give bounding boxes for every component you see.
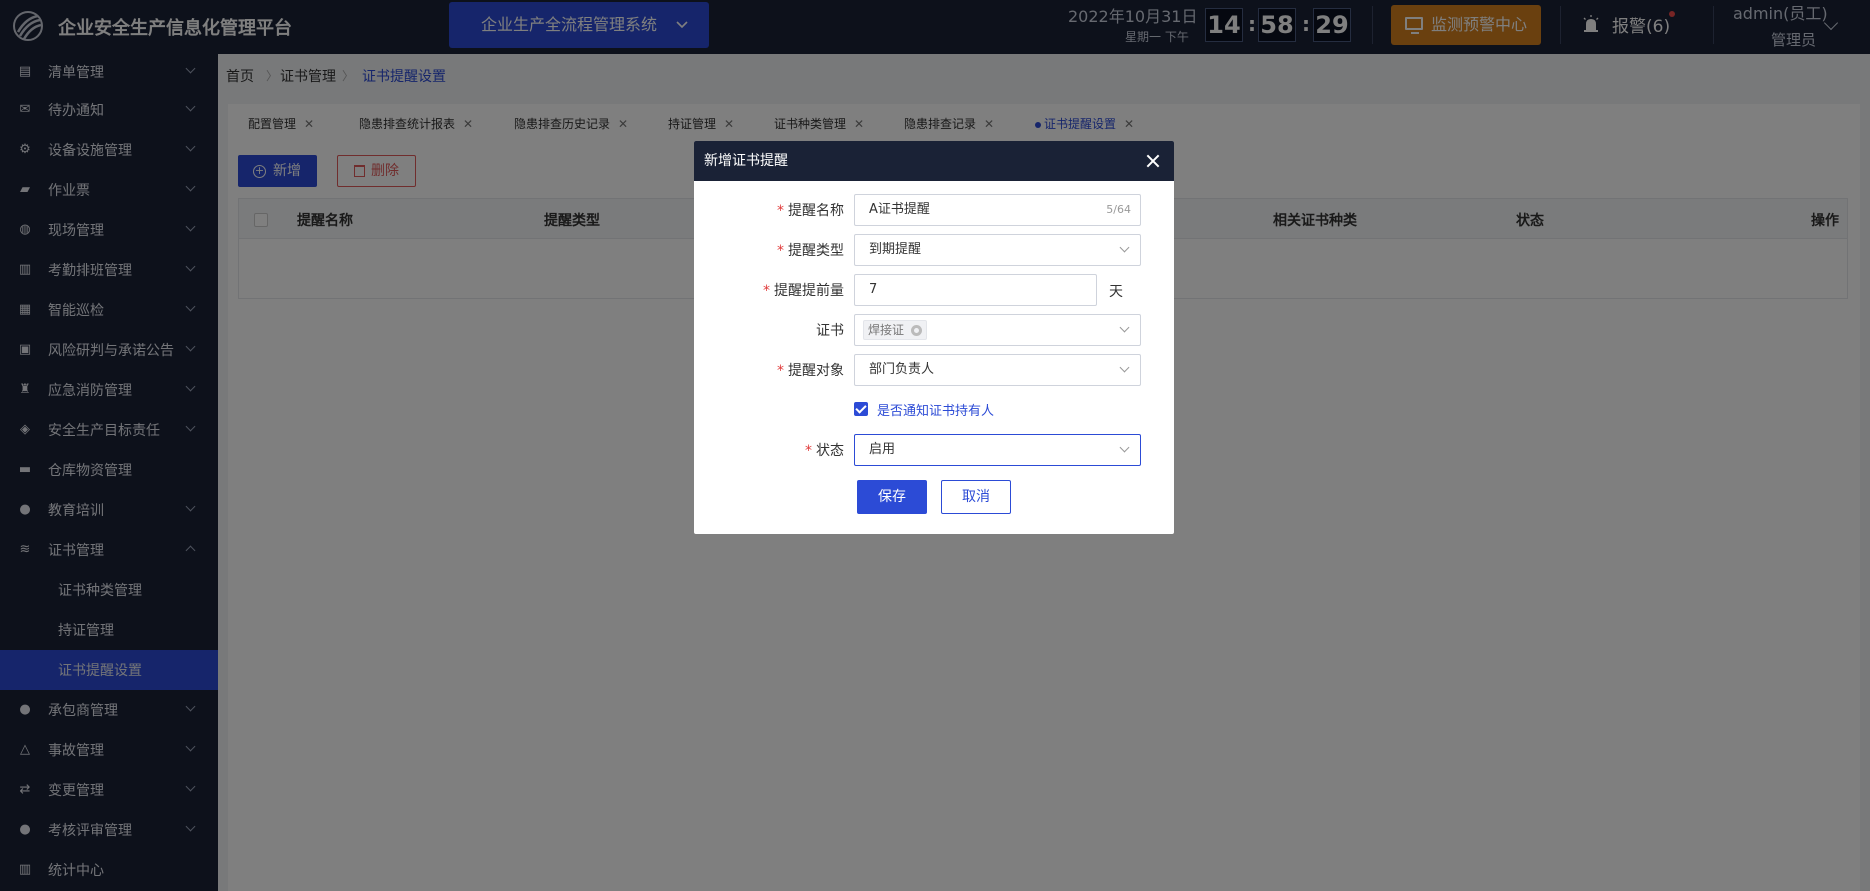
field-label-text: 提醒类型 — [788, 243, 844, 259]
status-value: 启用 — [869, 442, 896, 457]
notify-holder-label[interactable]: 是否通知证书持有人 — [877, 400, 994, 419]
target-field-label: * 提醒对象 — [777, 360, 844, 380]
required-mark: * — [763, 283, 770, 299]
required-mark: * — [777, 363, 784, 379]
name-field-label: * 提醒名称 — [777, 200, 844, 220]
chevron-down-icon — [1119, 322, 1130, 333]
required-mark: * — [777, 243, 784, 259]
tag-remove-icon[interactable] — [911, 325, 923, 336]
reminder-target-select[interactable]: 部门负责人 — [854, 354, 1141, 386]
field-label-text: 提醒名称 — [788, 203, 844, 219]
field-label-text: 提醒提前量 — [774, 283, 844, 299]
reminder-type-select[interactable]: 到期提醒 — [854, 234, 1141, 266]
field-label-text: 证书 — [816, 323, 844, 339]
dialog-title: 新增证书提醒 — [704, 153, 788, 169]
advance-field-label: * 提醒提前量 — [763, 280, 844, 300]
advance-unit: 天 — [1109, 284, 1123, 300]
type-field-label: * 提醒类型 — [777, 240, 844, 260]
save-button[interactable]: 保存 — [857, 480, 927, 514]
certificate-tag: 焊接证 — [863, 320, 928, 340]
chevron-down-icon — [1119, 242, 1130, 253]
cancel-button[interactable]: 取消 — [941, 480, 1011, 514]
advance-amount-input[interactable]: 7 — [854, 274, 1097, 306]
status-field-label: * 状态 — [805, 440, 844, 460]
reminder-target-value: 部门负责人 — [869, 362, 935, 377]
reminder-name-value: A证书提醒 — [869, 202, 930, 217]
reminder-type-value: 到期提醒 — [869, 242, 922, 257]
cert-field-label: 证书 — [816, 320, 844, 340]
required-mark: * — [777, 203, 784, 219]
field-label-text: 状态 — [816, 443, 844, 459]
chevron-down-icon — [1119, 442, 1130, 453]
advance-amount-value: 7 — [869, 282, 878, 297]
required-mark: * — [805, 443, 812, 459]
notify-holder-checkbox[interactable] — [854, 402, 868, 416]
certificate-tag-label: 焊接证 — [868, 323, 905, 337]
dialog-header: 新增证书提醒 — [694, 141, 1174, 181]
field-label-text: 提醒对象 — [788, 363, 844, 379]
certificate-select[interactable]: 焊接证 — [854, 314, 1141, 346]
reminder-name-input[interactable]: A证书提醒 5/64 — [854, 194, 1141, 226]
close-icon[interactable] — [1144, 152, 1162, 170]
status-select[interactable]: 启用 — [854, 434, 1141, 466]
add-reminder-dialog: 新增证书提醒 * 提醒名称 A证书提醒 5/64 * 提醒类型 到期提醒 * 提醒提前… — [694, 141, 1174, 534]
char-counter: 5/64 — [1106, 203, 1131, 216]
chevron-down-icon — [1119, 362, 1130, 373]
